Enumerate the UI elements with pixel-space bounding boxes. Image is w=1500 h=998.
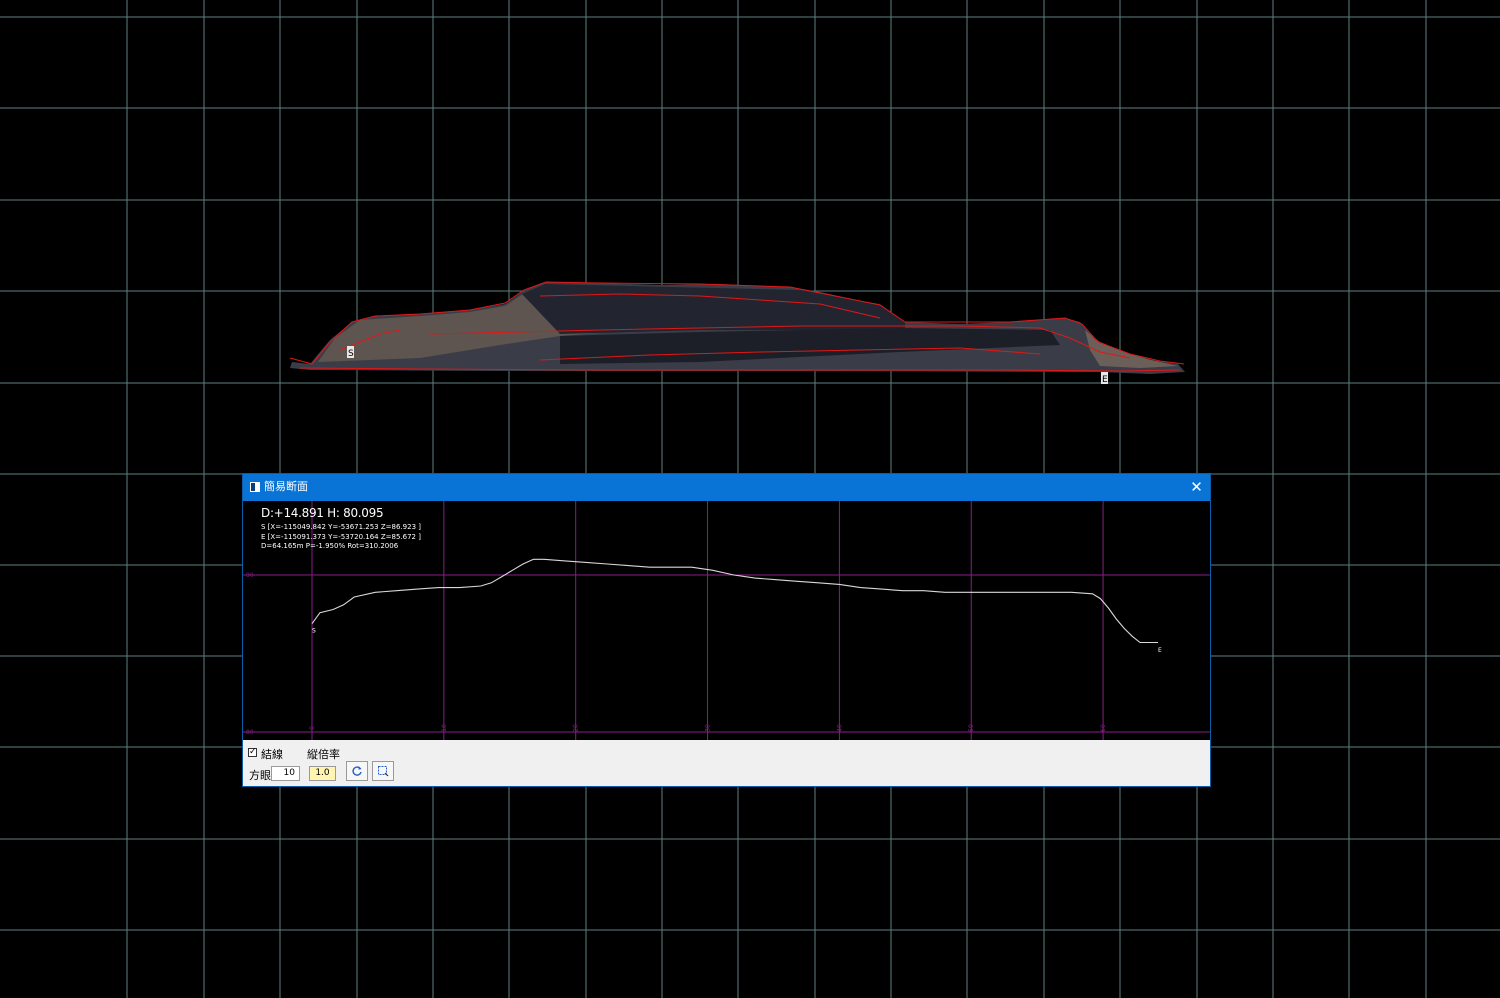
start-point-coordinates: S [X=-115049.842 Y=-53671.253 Z=86.923 ] (261, 523, 421, 531)
cross-section-dialog[interactable]: 簡易断面 ✕ 0 10 20 30 40 50 60 80 90 S E D:+14.891 H: … (243, 474, 1210, 786)
x-tick-label: 30 (705, 724, 712, 732)
window-icon (250, 482, 260, 492)
y-tick-label: 90 (246, 572, 254, 579)
point-cloud-profile (289, 281, 1185, 374)
x-tick-label: 60 (1100, 724, 1107, 732)
x-tick-label: 0 (309, 726, 316, 730)
window-select-button[interactable] (372, 761, 394, 781)
grid-label: 方眼 (249, 769, 271, 782)
x-tick-label: 50 (968, 724, 975, 732)
profile-marker-s: S (312, 627, 316, 634)
end-point-coordinates: E [X=-115091.373 Y=-53720.164 Z=85.672 ] (261, 533, 421, 541)
svg-text:E: E (1102, 375, 1108, 385)
title-bar[interactable]: 簡易断面 ✕ (243, 474, 1210, 501)
distance-height-readout: D:+14.891 H: 80.095 (261, 506, 384, 520)
vertical-scale-input[interactable]: 1.0 (309, 766, 336, 781)
y-tick-label: 80 (246, 729, 254, 736)
start-marker: S (347, 346, 354, 359)
x-tick-label: 20 (573, 724, 580, 732)
profile-line (311, 558, 1158, 644)
vertical-scale-label: 縦倍率 (307, 748, 340, 761)
profile-marker-e: E (1158, 647, 1162, 654)
profile-plot[interactable]: 0 10 20 30 40 50 60 80 90 S E D:+14.891 H: 80.095 … (243, 501, 1210, 740)
svg-text:S: S (348, 349, 354, 359)
window-title: 簡易断面 (264, 480, 308, 493)
grid-input[interactable]: 10 (271, 766, 300, 781)
refresh-icon (352, 766, 362, 776)
x-tick-label: 10 (441, 724, 448, 732)
close-button[interactable]: ✕ (1183, 474, 1210, 501)
connect-lines-label: 結線 (261, 748, 283, 761)
x-tick-label: 40 (836, 724, 843, 732)
refresh-button[interactable] (346, 761, 368, 781)
window-select-icon (378, 766, 389, 777)
profile-stats: D=64.165m P=-1.950% Rot=310.2006 (261, 542, 399, 550)
end-marker: E (1101, 372, 1108, 385)
controls-panel: ✓ 結線 縦倍率 方眼 10 1.0 (243, 740, 1210, 786)
connect-lines-checkbox[interactable]: ✓ (248, 748, 257, 757)
